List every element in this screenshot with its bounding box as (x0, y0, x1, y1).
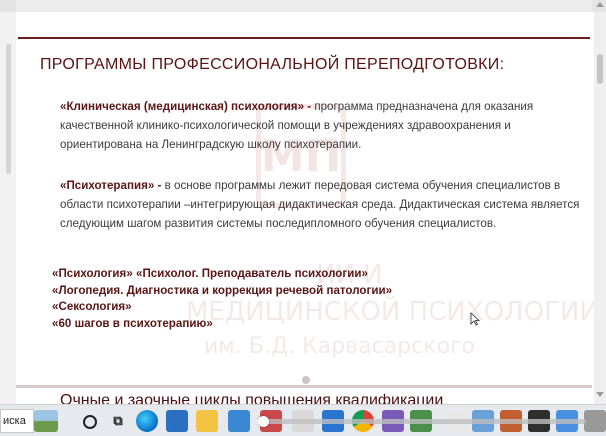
scrollbar-thumb[interactable] (597, 54, 603, 84)
slide-title: ПРОГРАММЫ ПРОФЕССИОНАЛЬНОЙ ПЕРЕПОДГОТОВК… (40, 56, 505, 73)
program-name: «Психотерапия» - (60, 179, 162, 192)
mouse-cursor-icon (470, 312, 480, 326)
weather-widget-icon[interactable] (34, 410, 58, 432)
left-scroll-indicator (6, 44, 11, 174)
program-list-item: «Логопедия. Диагностика и коррекция рече… (52, 283, 393, 297)
slide-dot (302, 376, 310, 384)
mail-app-icon[interactable] (166, 410, 188, 432)
taskbar-app-icon[interactable] (584, 410, 606, 432)
presentation-slide: МП ИИ И МЕДИЦИНСКОЙ ПСИХОЛОГИИ им. Б.Д. … (16, 12, 599, 409)
slide-top-rule (18, 37, 590, 39)
program-list-item: «60 шагов в психотерапию» (52, 316, 213, 330)
program-list: «Психология» «Психолог. Преподаватель пс… (52, 266, 392, 332)
scroll-down-arrow-icon[interactable] (596, 392, 604, 397)
store-app-icon[interactable] (228, 410, 250, 432)
video-progress-bar[interactable] (256, 416, 586, 427)
program-psychotherapy: «Психотерапия» - в основе программы лежи… (60, 176, 580, 233)
edge-browser-icon[interactable] (136, 410, 158, 432)
program-name: «Клиническая (медицинская) психология» - (60, 100, 312, 113)
left-gutter (0, 12, 16, 404)
slide-divider (16, 385, 592, 388)
program-clinical-psychology: «Клиническая (медицинская) психология» -… (60, 97, 580, 154)
taskbar-search-box[interactable]: иска (0, 409, 34, 433)
watermark-line-3: им. Б.Д. Карвасарского (204, 334, 476, 359)
previous-slide-edge (16, 0, 592, 12)
program-list-item: «Сексология» (52, 300, 132, 313)
vertical-scrollbar[interactable] (594, 12, 606, 404)
program-list-item: «Психология» «Психолог. Преподаватель пс… (52, 267, 368, 280)
file-explorer-icon[interactable] (196, 410, 218, 432)
top-strip (0, 0, 606, 12)
cortana-icon[interactable] (78, 410, 100, 432)
task-view-icon[interactable]: ⧉ (107, 410, 129, 432)
scroll-up-arrow-icon[interactable] (596, 2, 604, 7)
video-progress-knob[interactable] (257, 416, 269, 427)
